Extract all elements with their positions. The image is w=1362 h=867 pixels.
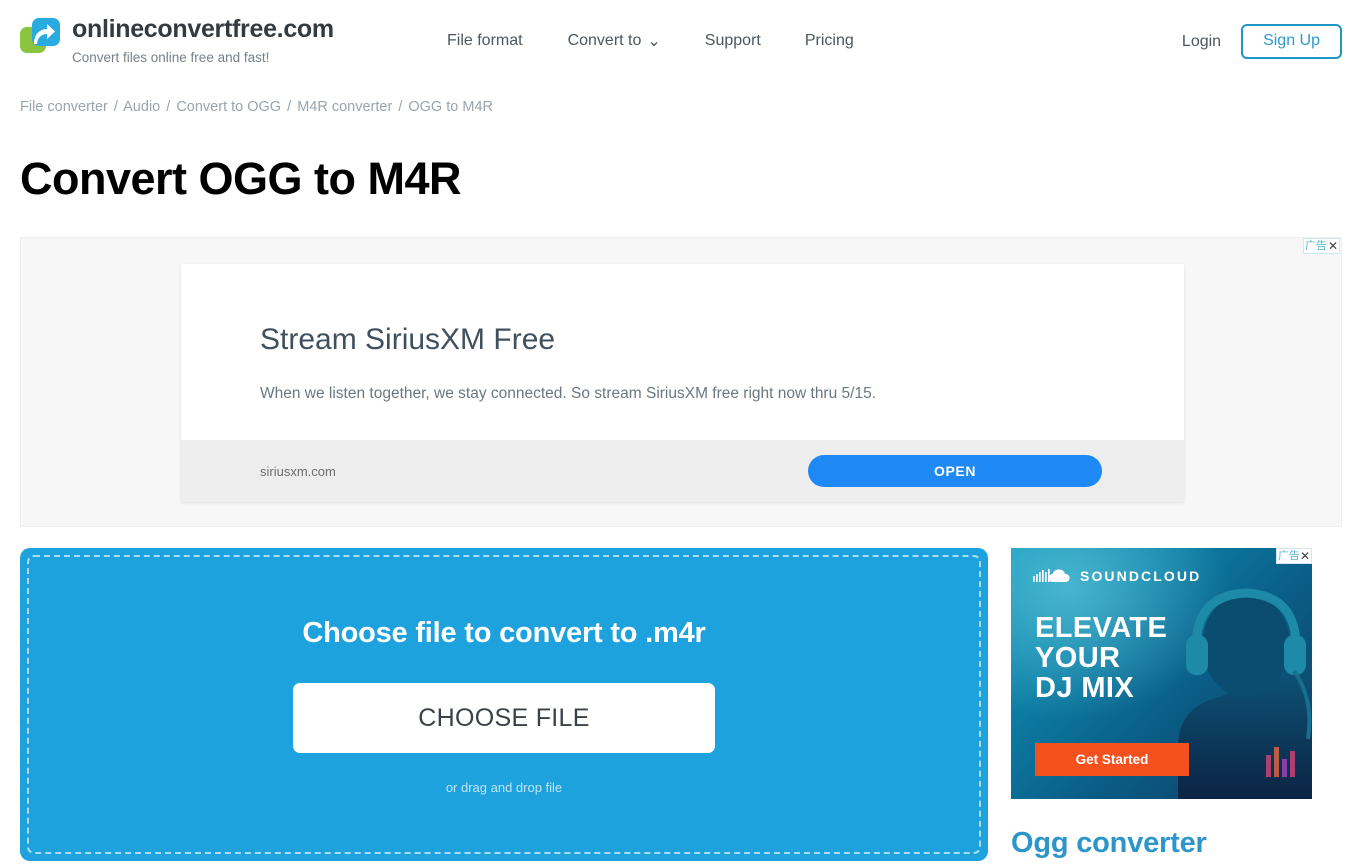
file-dropzone[interactable]: Choose file to convert to .m4r CHOOSE FI… bbox=[20, 548, 988, 861]
breadcrumb-item-file-converter[interactable]: File converter bbox=[20, 99, 108, 115]
nav-label: Convert to bbox=[567, 32, 642, 49]
ad-disclosure-label[interactable]: 广告 ✕ bbox=[1302, 238, 1340, 254]
breadcrumb: File converter / Audio / Convert to OGG … bbox=[20, 99, 493, 115]
get-started-button[interactable]: Get Started bbox=[1035, 743, 1189, 776]
headline-line-2: YOUR bbox=[1035, 642, 1121, 674]
breadcrumb-item-current: OGG to M4R bbox=[408, 99, 493, 115]
convert-arrow-logo-icon bbox=[20, 18, 60, 56]
ad-card-footer: siriusxm.com OPEN bbox=[181, 440, 1184, 502]
auth-area: Login Sign Up bbox=[1182, 24, 1342, 59]
headline-line-3: DJ MIX bbox=[1035, 672, 1135, 704]
ad-url: siriusxm.com bbox=[260, 463, 336, 479]
soundcloud-advertisement[interactable]: 广告 ✕ SOUNDCLOUD ELEVATE YOUR DJ MIX Get … bbox=[1011, 548, 1312, 799]
sidebar-heading-ogg-converter[interactable]: Ogg converter bbox=[1011, 827, 1312, 860]
nav-label: Support bbox=[704, 32, 761, 49]
nav-label: File format bbox=[447, 32, 523, 49]
headline-line-1: ELEVATE bbox=[1035, 612, 1168, 644]
soundcloud-logo: SOUNDCLOUD bbox=[1033, 567, 1201, 585]
breadcrumb-item-audio[interactable]: Audio bbox=[123, 99, 160, 115]
breadcrumb-separator: / bbox=[398, 99, 403, 115]
ad-disclosure-label[interactable]: 广告 ✕ bbox=[1275, 548, 1312, 564]
breadcrumb-separator: / bbox=[287, 99, 292, 115]
ad-headline: Stream SiriusXM Free bbox=[260, 323, 556, 356]
brand-tagline: Convert files online free and fast! bbox=[72, 50, 270, 65]
brand-title: onlineconvertfree.com bbox=[72, 15, 334, 43]
nav-label: Pricing bbox=[804, 32, 854, 49]
brand-logo[interactable]: onlineconvertfree.com Convert files onli… bbox=[20, 14, 334, 66]
dropzone-hint: or drag and drop file bbox=[445, 780, 563, 795]
ad-description: When we listen together, we stay connect… bbox=[260, 385, 876, 402]
logo-arrow-icon bbox=[34, 24, 55, 44]
chevron-down-icon: ⌄ bbox=[647, 33, 661, 50]
main-nav: File format Convert to ⌄ Support Pricing bbox=[447, 31, 854, 51]
close-icon[interactable]: ✕ bbox=[1328, 239, 1338, 253]
nav-item-convert-to[interactable]: Convert to ⌄ bbox=[568, 31, 661, 51]
nav-item-support[interactable]: Support bbox=[705, 32, 761, 50]
ad-label-text: 广告 bbox=[1277, 550, 1300, 562]
dropzone-title: Choose file to convert to .m4r bbox=[302, 617, 706, 649]
breadcrumb-item-m4r-converter[interactable]: M4R converter bbox=[297, 99, 392, 115]
page-title: Convert OGG to M4R bbox=[20, 153, 462, 204]
ad-open-button[interactable]: OPEN bbox=[808, 455, 1102, 487]
close-icon[interactable]: ✕ bbox=[1300, 549, 1310, 563]
soundcloud-ad-headline: ELEVATE YOUR DJ MIX bbox=[1035, 613, 1167, 703]
login-link[interactable]: Login bbox=[1182, 33, 1221, 51]
sidebar: 广告 ✕ SOUNDCLOUD ELEVATE YOUR DJ MIX Get … bbox=[1011, 548, 1312, 860]
nav-item-file-format[interactable]: File format bbox=[447, 32, 523, 50]
ad-card[interactable]: Stream SiriusXM Free When we listen toge… bbox=[181, 264, 1184, 502]
signup-button[interactable]: Sign Up bbox=[1241, 24, 1342, 59]
breadcrumb-separator: / bbox=[113, 99, 118, 115]
site-header: onlineconvertfree.com Convert files onli… bbox=[0, 0, 1362, 82]
soundcloud-cloud-icon bbox=[1033, 569, 1070, 582]
nav-item-pricing[interactable]: Pricing bbox=[805, 32, 854, 50]
top-advertisement: 广告 ✕ Stream SiriusXM Free When we listen… bbox=[20, 237, 1342, 527]
soundcloud-wordmark: SOUNDCLOUD bbox=[1080, 568, 1202, 584]
choose-file-button[interactable]: CHOOSE FILE bbox=[293, 683, 715, 753]
breadcrumb-separator: / bbox=[166, 99, 171, 115]
breadcrumb-item-convert-to-ogg[interactable]: Convert to OGG bbox=[176, 99, 281, 115]
ad-label-text: 广告 bbox=[1304, 240, 1327, 252]
